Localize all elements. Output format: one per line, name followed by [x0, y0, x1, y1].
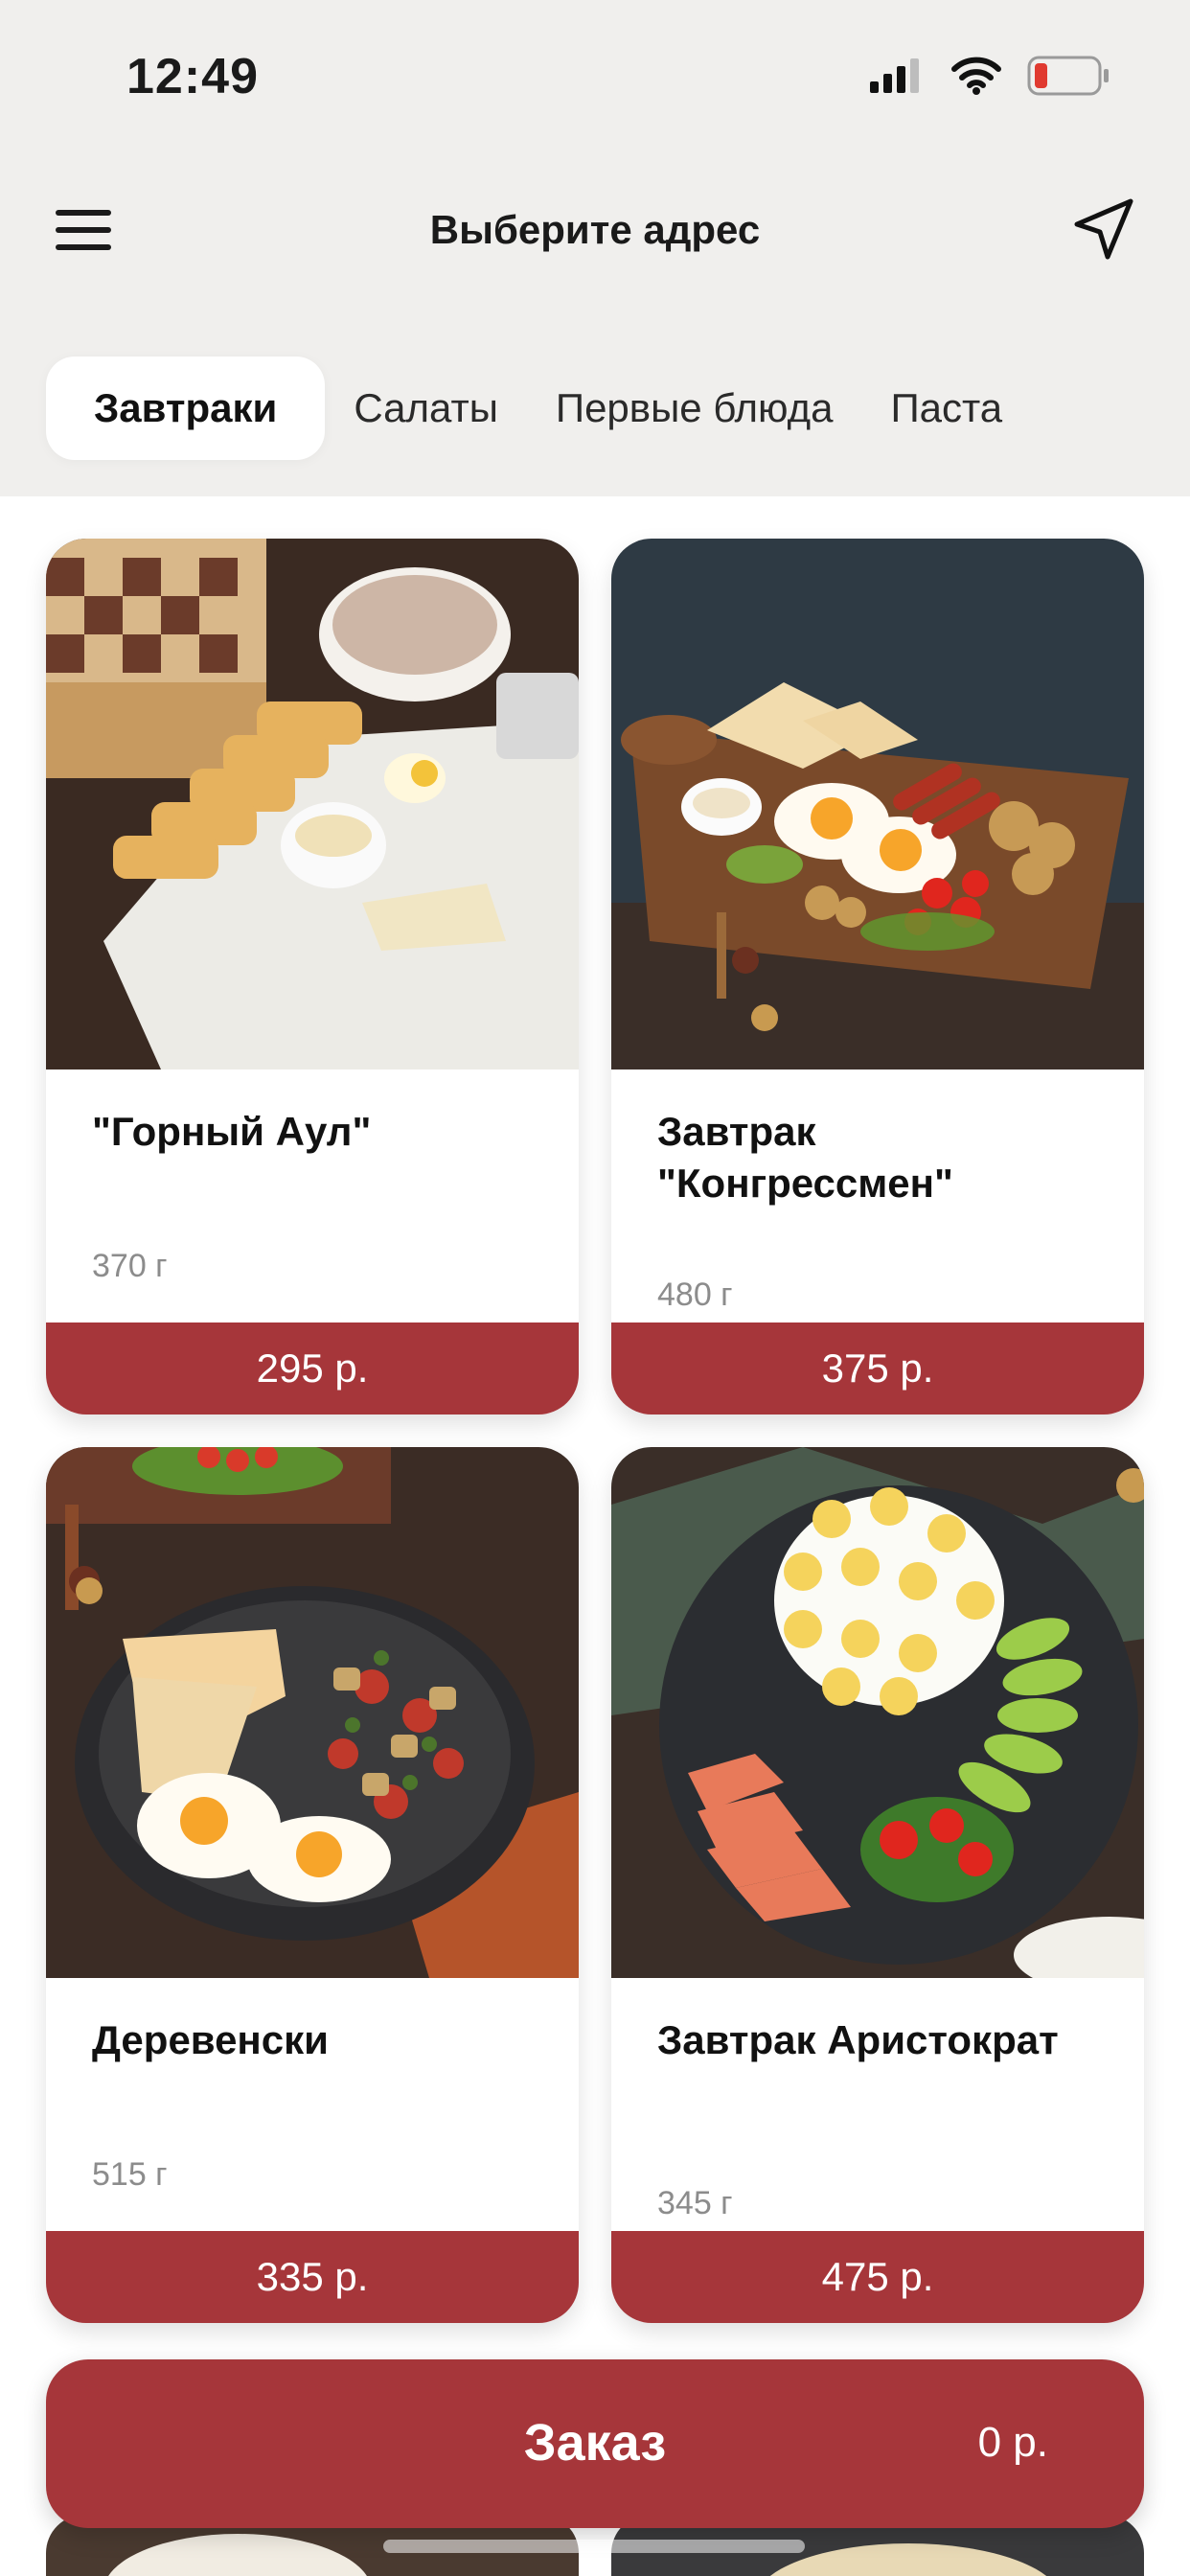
tab-first-courses[interactable]: Первые блюда	[527, 356, 862, 460]
tab-pasta[interactable]: Паста	[861, 356, 1031, 460]
category-tabs: Завтраки Салаты Первые блюда Паста	[0, 351, 1190, 466]
product-photo	[611, 539, 1144, 1070]
navigation-arrow-icon[interactable]	[1067, 194, 1140, 266]
order-button[interactable]: Заказ 0 р.	[46, 2359, 1144, 2528]
wifi-icon	[951, 57, 1001, 95]
status-icons	[868, 56, 1110, 96]
product-weight: 480 г	[657, 1276, 733, 1313]
signal-icon	[870, 58, 919, 93]
price-button[interactable]: 375 р.	[611, 1322, 1144, 1414]
price-button[interactable]: 335 р.	[46, 2231, 579, 2323]
tab-salads[interactable]: Салаты	[325, 356, 527, 460]
price-button[interactable]: 475 р.	[611, 2231, 1144, 2323]
product-card[interactable]: Завтрак Аристократ 345 г 475 р.	[611, 1447, 1144, 2323]
product-weight: 370 г	[92, 1248, 168, 1284]
tab-breakfast[interactable]: Завтраки	[46, 356, 326, 460]
product-card[interactable]: Деревенски 515 г 335 р.	[46, 1447, 579, 2323]
app-header: Выберите адрес	[0, 172, 1190, 288]
status-time: 12:49	[126, 49, 259, 104]
product-name: Завтрак Аристократ	[657, 2017, 1059, 2062]
product-card[interactable]: Завтрак "Конгрессмен" 480 г 375 р.	[611, 539, 1144, 1414]
product-name: Деревенски	[92, 2017, 329, 2062]
order-total: 0 р.	[977, 2419, 1048, 2466]
product-photo	[46, 1447, 579, 1978]
product-list: "Горный Аул" 370 г 295 р. Завтрак "Конгр…	[0, 496, 1190, 2576]
product-photo	[611, 1447, 1144, 1978]
product-card[interactable]: "Горный Аул" 370 г 295 р.	[46, 539, 579, 1414]
status-bar: 12:49	[0, 0, 1190, 144]
menu-screen: 12:49 Выберите адрес Завтраки Салаты Пер…	[0, 0, 1190, 2576]
product-weight: 515 г	[92, 2156, 168, 2193]
product-photo	[46, 539, 579, 1070]
product-weight: 345 г	[657, 2185, 733, 2221]
product-grid: "Горный Аул" 370 г 295 р. Завтрак "Конгр…	[46, 539, 1144, 2323]
price-button[interactable]: 295 р.	[46, 1322, 579, 1414]
product-name: Завтрак "Конгрессмен"	[657, 1109, 953, 1206]
address-selector[interactable]: Выберите адрес	[0, 207, 1190, 253]
product-name: "Горный Аул"	[92, 1109, 372, 1154]
battery-icon	[1027, 56, 1109, 96]
home-indicator	[383, 2540, 805, 2553]
